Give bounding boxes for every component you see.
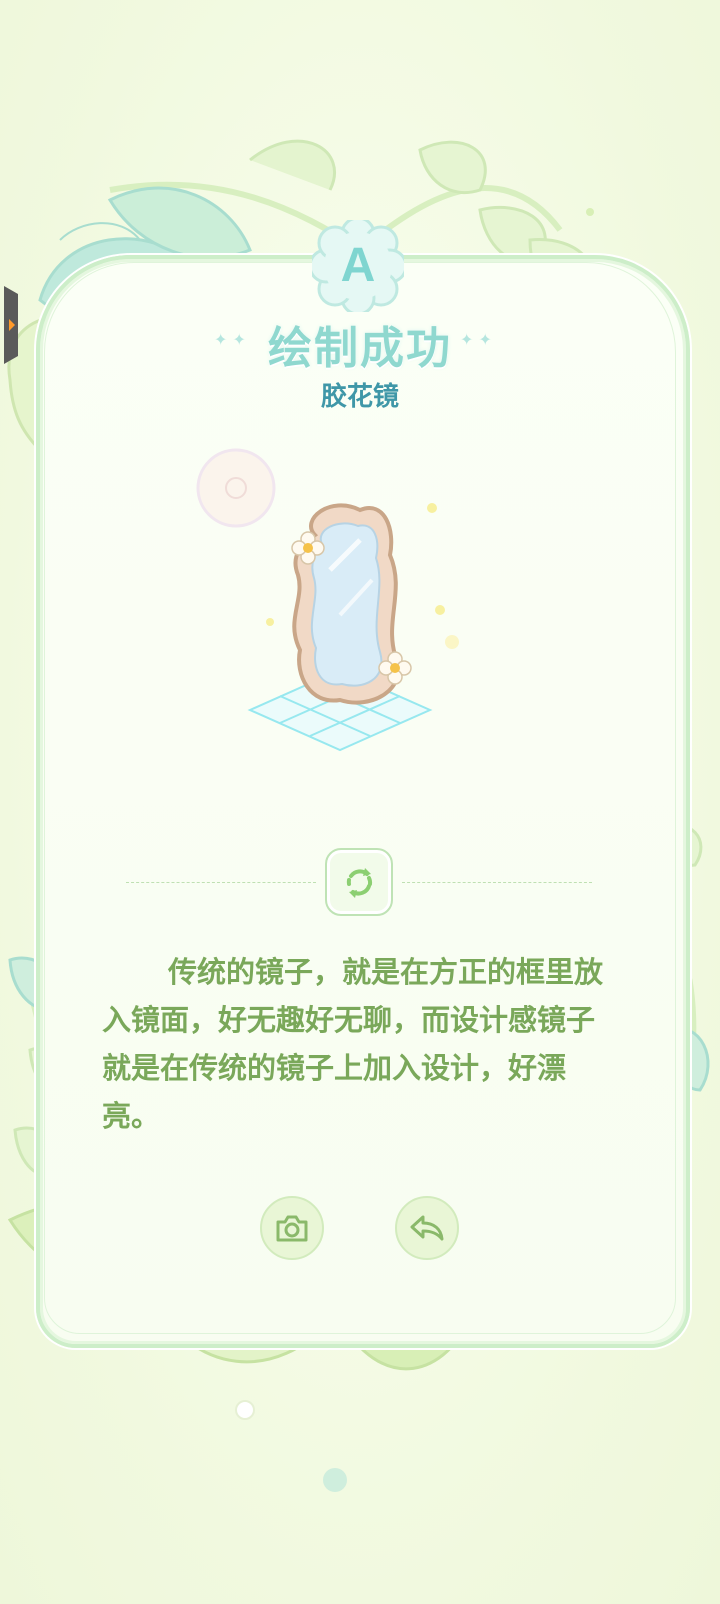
grade-badge: A xyxy=(308,216,408,316)
refresh-button[interactable] xyxy=(325,848,393,916)
refresh-icon xyxy=(346,868,373,898)
camera-button[interactable] xyxy=(260,1196,324,1260)
back-icon xyxy=(410,1215,444,1241)
item-name: 胶花镜 xyxy=(320,382,399,412)
camera-icon xyxy=(276,1215,308,1242)
divider-right xyxy=(402,882,592,883)
item-description: 传统的镜子，就是在方正的框里放入镜面，好无趣好无聊，而设计感镜子就是在传统的镜子… xyxy=(102,955,604,1133)
divider-left xyxy=(126,882,316,883)
result-card xyxy=(36,255,690,1348)
result-title: 绘制成功 xyxy=(268,323,452,374)
mirror-item-image xyxy=(196,448,459,752)
grade-letter: A xyxy=(340,239,376,292)
back-button[interactable] xyxy=(395,1196,459,1260)
result-screen: A ✦ ✦ ✦ ✦ 绘制成功 胶花镜 传统的镜子，就是在方正的框里放入镜面，好无… xyxy=(0,0,720,1604)
